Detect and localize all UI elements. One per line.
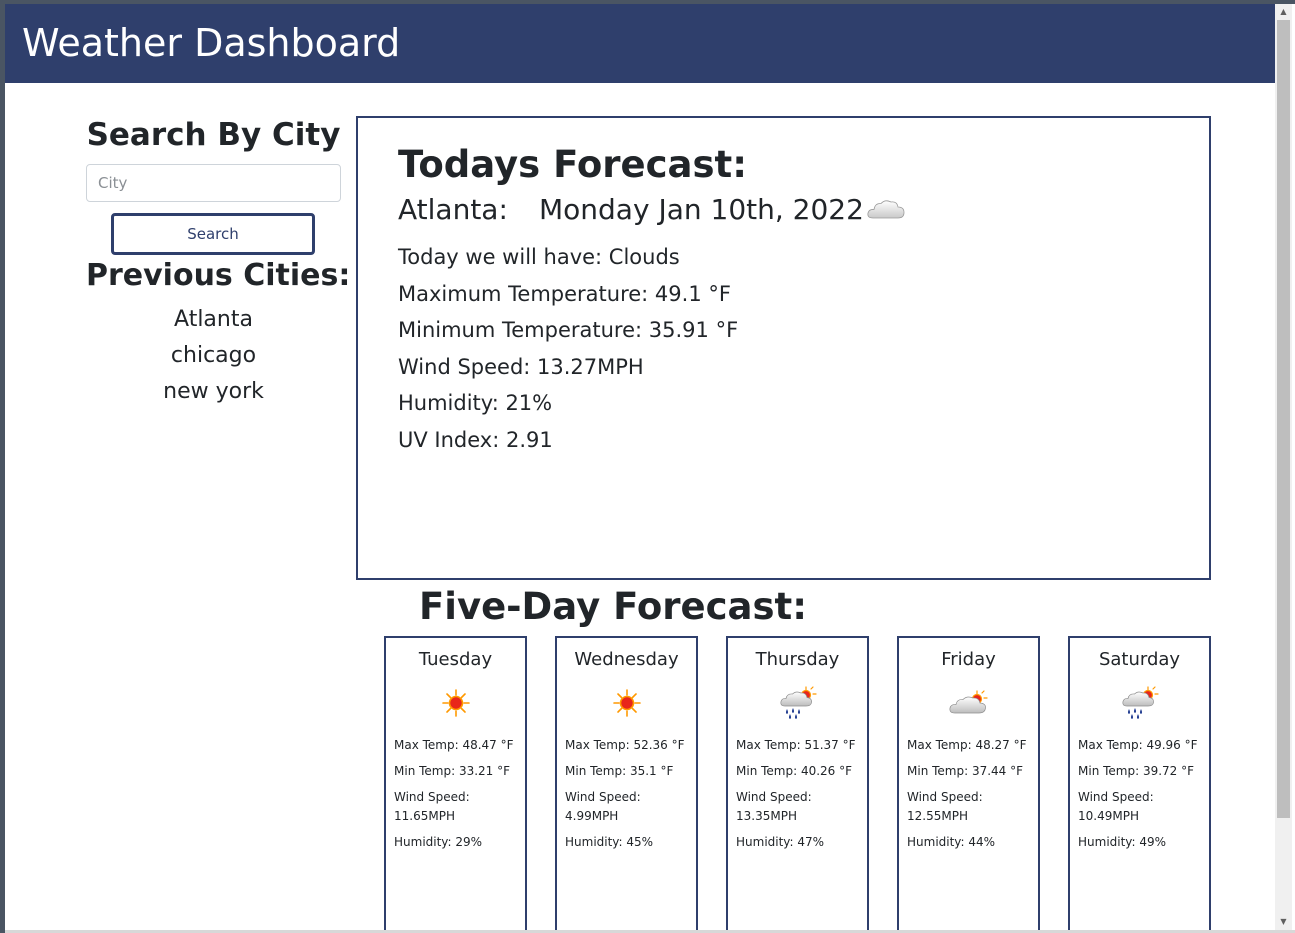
forecast-day-card: Thursday Max Temp: 51.37 °F Min Temp: 40… xyxy=(726,636,869,933)
search-by-city-heading: Search By City xyxy=(86,117,341,153)
current-date: Monday Jan 10th, 2022 xyxy=(539,193,864,226)
forecast-day-card: Wednesday Max Temp: 52.36 °F Min Temp: 3… xyxy=(555,636,698,933)
day-humidity: Humidity: 47% xyxy=(736,835,825,849)
forecast-min-temp: Minimum Temperature: 35.91 °F xyxy=(398,318,739,342)
vertical-scrollbar[interactable]: ▲ ▼ xyxy=(1275,4,1292,930)
day-stats: Max Temp: 48.27 °F Min Temp: 37.44 °F Wi… xyxy=(907,736,1035,859)
day-stats: Max Temp: 52.36 °F Min Temp: 35.1 °F Win… xyxy=(565,736,693,859)
day-min-temp: Min Temp: 33.21 °F xyxy=(394,764,511,778)
day-humidity: Humidity: 49% xyxy=(1078,835,1167,849)
day-max-temp: Max Temp: 48.47 °F xyxy=(394,738,514,752)
rain-sun-icon xyxy=(780,686,817,719)
day-name: Thursday xyxy=(755,649,840,670)
browser-viewport: Weather Dashboard Search By City Search … xyxy=(0,0,1295,933)
forecast-wind-speed: Wind Speed: 13.27MPH xyxy=(398,354,644,379)
cloud-sun-icon xyxy=(949,690,988,714)
day-max-temp: Max Temp: 51.37 °F xyxy=(736,738,856,752)
todays-forecast-details: Today we will have: Clouds Maximum Tempe… xyxy=(398,239,738,458)
day-name: Wednesday xyxy=(574,649,679,670)
day-wind-value: 13.35MPH xyxy=(736,809,797,823)
page-title: Weather Dashboard xyxy=(22,21,401,65)
forecast-max-temp: Maximum Temperature: 49.1 °F xyxy=(398,281,731,306)
day-wind: Wind Speed: 10.49MPH xyxy=(1078,788,1206,826)
day-wind: Wind Speed: 4.99MPH xyxy=(565,788,693,826)
day-max-temp: Max Temp: 52.36 °F xyxy=(565,738,685,752)
day-wind: Wind Speed: 11.65MPH xyxy=(394,788,522,826)
previous-city-item[interactable]: chicago xyxy=(86,338,341,374)
day-name: Friday xyxy=(941,649,996,670)
forecast-uv-index: UV Index: 2.91 xyxy=(398,427,553,452)
day-wind: Wind Speed: 12.55MPH xyxy=(907,788,1035,826)
sun-icon xyxy=(442,689,470,717)
forecast-day-card: Saturday Max Temp: 49.96 °F Min Temp: 39… xyxy=(1068,636,1211,933)
todays-forecast-heading: Todays Forecast: xyxy=(398,143,748,186)
window-left-edge xyxy=(0,0,5,933)
day-name: Saturday xyxy=(1098,649,1181,670)
day-wind-label: Wind Speed: xyxy=(565,790,641,804)
previous-cities-list: Atlanta chicago new york xyxy=(86,302,341,410)
five-day-forecast-heading: Five-Day Forecast: xyxy=(419,585,808,628)
day-humidity: Humidity: 45% xyxy=(565,835,654,849)
day-min-temp: Min Temp: 35.1 °F xyxy=(565,764,674,778)
todays-forecast-card: Todays Forecast: Atlanta: Monday Jan 10t… xyxy=(356,116,1211,580)
rain-sun-icon xyxy=(1122,686,1159,719)
day-min-temp: Min Temp: 39.72 °F xyxy=(1078,764,1195,778)
day-wind-value: 11.65MPH xyxy=(394,809,455,823)
day-wind-label: Wind Speed: xyxy=(907,790,983,804)
forecast-day-card: Tuesday Max Temp: 48.47 °F Min Temp: 33.… xyxy=(384,636,527,933)
previous-city-item[interactable]: Atlanta xyxy=(86,302,341,338)
day-wind-label: Wind Speed: xyxy=(394,790,470,804)
day-wind-label: Wind Speed: xyxy=(1078,790,1154,804)
day-wind-value: 12.55MPH xyxy=(907,809,968,823)
day-stats: Max Temp: 48.47 °F Min Temp: 33.21 °F Wi… xyxy=(394,736,522,859)
forecast-day-card: Friday Max Temp: 48.27 °F Min Temp: 37.4… xyxy=(897,636,1040,933)
page-header: Weather Dashboard xyxy=(5,4,1275,83)
day-wind-label: Wind Speed: xyxy=(736,790,812,804)
scroll-up-arrow-icon[interactable]: ▲ xyxy=(1275,4,1292,20)
day-name: Tuesday xyxy=(418,649,493,670)
day-wind-value: 10.49MPH xyxy=(1078,809,1139,823)
day-stats: Max Temp: 49.96 °F Min Temp: 39.72 °F Wi… xyxy=(1078,736,1206,859)
current-city-name: Atlanta: xyxy=(398,193,508,226)
day-max-temp: Max Temp: 48.27 °F xyxy=(907,738,1027,752)
city-search-input[interactable] xyxy=(86,164,341,202)
previous-city-item[interactable]: new york xyxy=(86,374,341,410)
day-humidity: Humidity: 29% xyxy=(394,835,483,849)
day-min-temp: Min Temp: 37.44 °F xyxy=(907,764,1024,778)
forecast-humidity: Humidity: 21% xyxy=(398,391,553,415)
sun-icon xyxy=(613,689,641,717)
day-stats: Max Temp: 51.37 °F Min Temp: 40.26 °F Wi… xyxy=(736,736,864,859)
previous-cities-heading: Previous Cities: xyxy=(86,258,351,293)
day-wind-value: 4.99MPH xyxy=(565,809,619,823)
cloud-icon xyxy=(867,200,905,219)
day-max-temp: Max Temp: 49.96 °F xyxy=(1078,738,1198,752)
day-wind: Wind Speed: 13.35MPH xyxy=(736,788,864,826)
day-min-temp: Min Temp: 40.26 °F xyxy=(736,764,853,778)
scroll-down-arrow-icon[interactable]: ▼ xyxy=(1275,914,1292,930)
search-button[interactable]: Search xyxy=(111,213,315,255)
day-humidity: Humidity: 44% xyxy=(907,835,996,849)
forecast-summary: Today we will have: Clouds xyxy=(398,245,680,269)
scrollbar-thumb[interactable] xyxy=(1277,20,1290,818)
